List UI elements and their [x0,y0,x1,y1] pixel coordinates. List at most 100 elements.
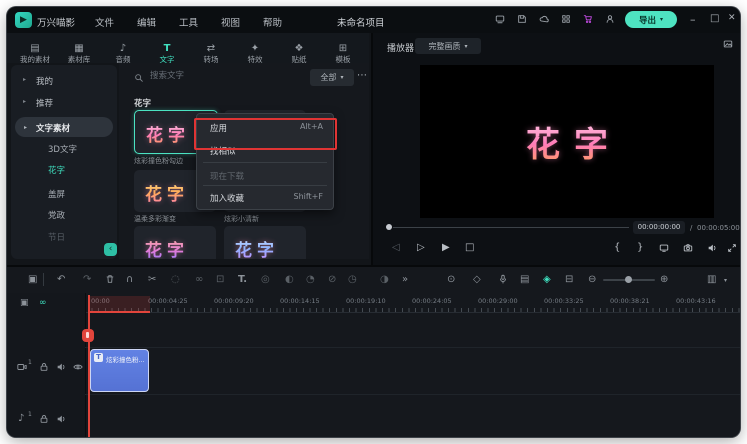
tab-my-media[interactable]: ▤ 我的素材 [13,36,57,65]
tab-stickers[interactable]: ❖ 贴纸 [277,36,321,65]
sidebar-item-text-materials[interactable]: ▸ 文字素材 [15,117,113,137]
magnet-icon[interactable]: ∩ [126,274,133,285]
filter-dropdown[interactable]: 全部 ▾ [310,69,354,86]
video-mute-icon[interactable] [56,362,66,372]
speed-icon[interactable]: ◔ [306,274,315,285]
cart-icon[interactable] [583,14,593,24]
mark-in-icon[interactable]: { [614,242,620,253]
audio-mute-icon[interactable] [56,414,66,424]
menu-item-add-favorite[interactable]: 加入收藏 Shift+F [197,187,333,207]
templates-icon: ⊞ [338,43,348,54]
collapse-sidebar-button[interactable]: ‹ [104,243,117,256]
seek-bar[interactable] [393,227,629,228]
keyframe-icon[interactable]: ◈ [543,274,551,285]
sidebar-sublabel: 花字 [48,166,66,176]
search-input[interactable] [148,70,292,82]
render-preview-icon[interactable]: ⊘ [328,274,336,285]
export-chevron-icon[interactable]: ▾ [660,16,663,23]
duplicate-track-icon[interactable]: ▣ [20,298,29,308]
manage-tracks-icon[interactable]: ▣ [28,274,37,285]
ruler-label: 00:00:38:21 [610,297,650,305]
maximize-button[interactable]: □ [710,14,719,24]
picture-in-preview-icon[interactable] [723,39,733,49]
prev-frame-icon[interactable]: ◁ [392,242,400,253]
fancy-text-card[interactable]: 花字 [224,226,306,259]
menu-item-apply[interactable]: 应用 Alt+A [194,117,337,150]
quality-dropdown[interactable]: 完整画质 ▾ [415,38,481,54]
tab-effects[interactable]: ✦ 特效 [233,36,277,65]
export-button[interactable]: 导出 ▾ [625,11,677,28]
delete-icon[interactable] [105,274,115,284]
link-clips-icon[interactable]: ∞ [195,274,203,285]
account-icon[interactable] [605,14,615,24]
audio-track-icon: ♪ [18,413,25,424]
minimize-button[interactable]: – [690,14,696,25]
text-clip-badge-icon: T [94,353,103,362]
save-project-icon[interactable] [517,14,527,24]
display-mode-icon[interactable] [659,243,669,253]
fancy-text-card[interactable]: 花字 [134,226,216,259]
device-icon[interactable] [495,14,505,24]
chroma-key-icon[interactable]: ◐ [285,274,294,285]
tab-stock-library[interactable]: ▦ 素材库 [57,36,101,65]
voiceover-mic-icon[interactable] [498,274,508,284]
crop-icon[interactable]: ⊡ [216,274,224,285]
mark-out-icon[interactable]: } [637,242,643,253]
mixer-icon[interactable]: ▤ [520,274,529,285]
menu-view[interactable]: 视图 [221,15,240,29]
duration-clock-icon[interactable]: ◷ [348,274,357,285]
text-edit-icon[interactable]: T. [238,274,247,285]
current-timecode: 00:00:00:00 [633,221,685,234]
redo-icon[interactable]: ↷ [83,274,91,285]
ruler-label: 00:00:43:16 [676,297,716,305]
close-button[interactable]: ✕ [728,14,736,23]
zoom-in-icon[interactable]: ⊕ [660,274,668,285]
audio-lock-icon[interactable] [39,414,49,424]
ruler-label: 00:00:29:00 [478,297,518,305]
app-name: 万兴喵影 [37,18,76,29]
timeline-text-clip[interactable]: T 炫彩撞色粉... [90,349,149,392]
plugin-shield-icon[interactable]: ◇ [473,274,481,285]
filter-label: 全部 [320,73,337,82]
more-options-icon[interactable]: ⋯ [357,70,367,81]
split-icon[interactable]: ✂ [148,274,156,285]
record-icon[interactable]: ⊙ [447,274,455,285]
tab-text[interactable]: T 文字 [145,36,189,65]
track-list-caret-icon[interactable]: ▾ [724,277,727,284]
stop-icon[interactable]: □ [465,242,474,253]
link-tracks-icon[interactable]: ∞ [39,298,47,308]
tab-templates[interactable]: ⊞ 模板 [321,36,365,65]
menu-tools[interactable]: 工具 [179,15,198,29]
timeline-ruler[interactable]: 00:00 00:00:04:25 00:00:09:20 00:00:14:1… [85,295,740,313]
marker-icon[interactable]: ⊟ [565,274,573,285]
menu-help[interactable]: 帮助 [263,15,282,29]
video-visibility-eye-icon[interactable] [73,362,83,372]
track-list-icon[interactable]: ▥ [707,274,716,285]
tab-audio[interactable]: ♪ 音频 [101,36,145,65]
video-lock-icon[interactable] [39,362,49,372]
motion-track-icon[interactable]: ◎ [261,274,270,285]
menu-file[interactable]: 文件 [95,15,114,29]
zoom-slider-handle[interactable] [625,276,632,283]
volume-icon[interactable] [707,243,717,253]
fullscreen-icon[interactable] [727,243,737,253]
play-icon[interactable]: ▶ [442,242,450,253]
audio-track-number: 1 [28,411,32,418]
media-panel: 全部 ▾ ⋯ 花字 花字 炫彩撞色粉勾边 花字 温柔多彩渐变 炫彩小清新 花字 … [119,63,369,259]
ripple-edit-icon[interactable]: ◌ [171,274,180,285]
more-tools-icon[interactable]: » [402,274,408,285]
playhead-line[interactable] [88,295,90,437]
grid-apps-icon[interactable] [561,14,571,24]
seek-handle[interactable] [386,224,392,230]
caret-right-icon: ▸ [23,98,27,105]
snapshot-camera-icon[interactable] [683,243,693,253]
caret-right-icon: ▸ [23,76,27,83]
mask-icon[interactable]: ◑ [380,274,389,285]
zoom-out-icon[interactable]: ⊖ [588,274,596,285]
undo-icon[interactable]: ↶ [57,274,65,285]
menu-edit[interactable]: 编辑 [137,15,156,29]
cloud-icon[interactable] [539,14,549,24]
playhead-grip[interactable] [82,329,94,342]
step-forward-icon[interactable]: ▷ [417,242,425,253]
tab-transitions[interactable]: ⇄ 转场 [189,36,233,65]
